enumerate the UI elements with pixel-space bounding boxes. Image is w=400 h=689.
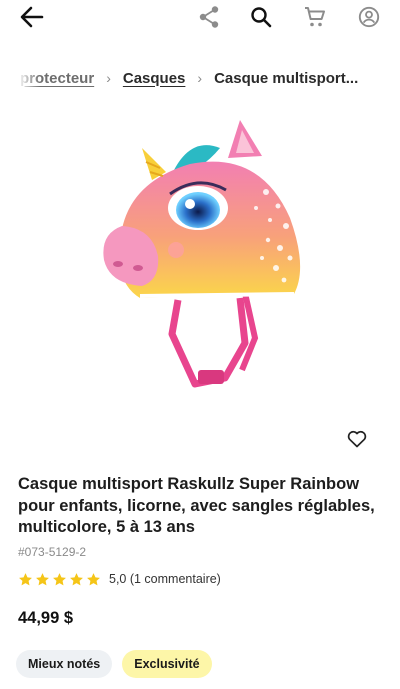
product-title: Casque multisport Raskullz Super Rainbow…	[18, 475, 375, 536]
rating-stars	[18, 572, 101, 587]
product-image[interactable]	[80, 108, 330, 408]
product-badges: Mieux notés Exclusivité	[16, 650, 212, 678]
breadcrumb-current: Casque multisport...	[214, 69, 359, 87]
star-icon	[53, 572, 66, 585]
badge-exclusivite[interactable]: Exclusivité	[122, 650, 212, 678]
product-price: 44,99 $	[18, 609, 74, 627]
star-icon	[36, 572, 49, 585]
breadcrumb-fade	[18, 62, 40, 92]
product-rating[interactable]: 5,0 (1 commentaire)	[18, 570, 221, 588]
cart-icon[interactable]	[302, 4, 328, 30]
account-icon[interactable]	[356, 4, 382, 30]
star-icon	[70, 572, 83, 585]
search-icon[interactable]	[248, 4, 274, 30]
wishlist-heart-button[interactable]	[340, 424, 374, 454]
share-icon[interactable]	[196, 4, 222, 30]
chevron-right-icon: ›	[106, 70, 111, 86]
back-arrow-icon[interactable]	[18, 5, 46, 29]
rating-text: 5,0 (1 commentaire)	[109, 572, 221, 586]
star-icon	[87, 572, 100, 585]
heart-icon	[347, 430, 367, 448]
chevron-right-icon: ›	[197, 70, 203, 86]
breadcrumb: protecteur › Casques › Casque multisport…	[20, 66, 400, 90]
star-icon	[19, 572, 32, 585]
breadcrumb-item-casques[interactable]: Casques	[123, 70, 186, 87]
top-app-bar	[0, 0, 400, 40]
badge-mieux-notes[interactable]: Mieux notés	[16, 650, 113, 678]
product-sku: #073-5129-2	[18, 545, 87, 559]
